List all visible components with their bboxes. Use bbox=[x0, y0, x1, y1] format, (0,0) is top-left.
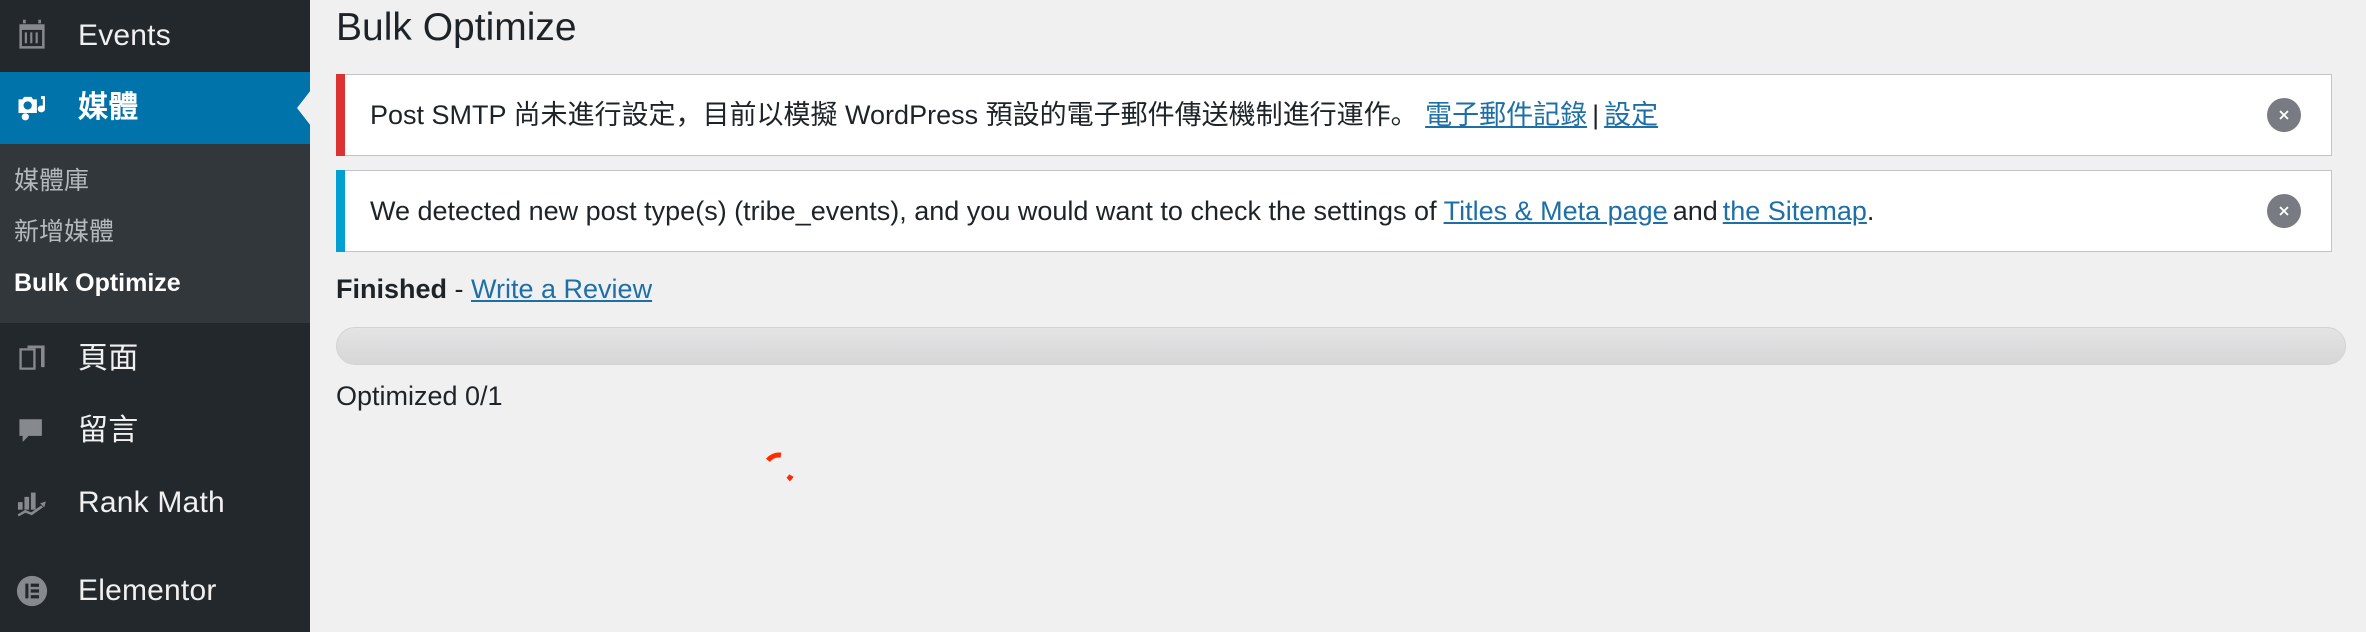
notice-message-tail: . bbox=[1866, 195, 1875, 226]
notice-link-settings[interactable]: 設定 bbox=[1604, 100, 1658, 130]
notice-message: We detected new post type(s) (tribe_even… bbox=[370, 195, 1444, 226]
pages-icon bbox=[14, 341, 74, 377]
notice-link-titles-meta[interactable]: Titles & Meta page bbox=[1444, 196, 1668, 226]
notice-text: Post SMTP 尚未進行設定，目前以模擬 WordPress 預設的電子郵件… bbox=[336, 95, 1658, 136]
notice-post-smtp: Post SMTP 尚未進行設定，目前以模擬 WordPress 預設的電子郵件… bbox=[336, 73, 2332, 156]
dismiss-icon[interactable] bbox=[2267, 97, 2301, 132]
sidebar-divider bbox=[0, 539, 310, 555]
sidebar-item-label: 頁面 bbox=[78, 342, 139, 375]
optimized-count: Optimized 0/1 bbox=[336, 380, 503, 411]
media-icon bbox=[14, 90, 74, 126]
sidebar-submenu-media: 媒體庫 新增媒體 Bulk Optimize bbox=[0, 144, 310, 323]
notice-message: Post SMTP 尚未進行設定，目前以模擬 WordPress 預設的電子郵件… bbox=[370, 99, 1426, 130]
sidebar-item-label: 媒體 bbox=[78, 91, 139, 124]
sidebar-item-media-library[interactable]: 媒體庫 bbox=[0, 156, 310, 207]
main-content: Bulk Optimize Post SMTP 尚未進行設定，目前以模擬 Wor… bbox=[310, 0, 2366, 632]
sidebar-item-add-media[interactable]: 新增媒體 bbox=[0, 207, 310, 258]
status-dash: - bbox=[447, 273, 472, 304]
dismiss-icon[interactable] bbox=[2267, 193, 2301, 228]
sidebar-item-media[interactable]: 媒體 bbox=[0, 72, 310, 144]
notice-separator: | bbox=[1592, 99, 1600, 130]
admin-sidebar: Events 媒體 媒體庫 新增媒體 Bulk Optimize 頁面 留言 R… bbox=[0, 0, 310, 632]
sidebar-item-events[interactable]: Events bbox=[0, 0, 310, 72]
write-review-link[interactable]: Write a Review bbox=[471, 274, 652, 304]
notice-rank-math-post-types: We detected new post type(s) (tribe_even… bbox=[336, 169, 2332, 252]
bulk-progress-bar bbox=[336, 326, 2346, 365]
loading-spinner bbox=[762, 452, 796, 486]
notice-link-sitemap[interactable]: the Sitemap bbox=[1723, 196, 1867, 226]
rank-math-icon bbox=[14, 485, 74, 521]
comment-icon bbox=[14, 413, 74, 449]
sidebar-item-label: Rank Math bbox=[78, 486, 225, 519]
sidebar-item-pages[interactable]: 頁面 bbox=[0, 323, 310, 395]
notice-link-email-log[interactable]: 電子郵件記錄 bbox=[1425, 100, 1587, 130]
notice-separator: and bbox=[1672, 195, 1718, 226]
bulk-status-line: Finished - Write a Review bbox=[336, 274, 2332, 305]
sidebar-item-rank-math[interactable]: Rank Math bbox=[0, 467, 310, 539]
sidebar-item-label: Events bbox=[78, 19, 171, 52]
status-state: Finished bbox=[336, 273, 448, 304]
notice-text: We detected new post type(s) (tribe_even… bbox=[336, 191, 1874, 232]
sidebar-item-comments[interactable]: 留言 bbox=[0, 395, 310, 467]
elementor-icon bbox=[14, 573, 74, 609]
calendar-icon bbox=[14, 18, 74, 54]
sidebar-item-label: Elementor bbox=[78, 574, 217, 607]
sidebar-item-label: 留言 bbox=[78, 414, 139, 447]
wordpress-admin-screen: Events 媒體 媒體庫 新增媒體 Bulk Optimize 頁面 留言 R… bbox=[0, 0, 2366, 632]
page-title: Bulk Optimize bbox=[336, 6, 577, 49]
sidebar-item-bulk-optimize[interactable]: Bulk Optimize bbox=[0, 258, 310, 309]
sidebar-item-elementor[interactable]: Elementor bbox=[0, 555, 310, 627]
